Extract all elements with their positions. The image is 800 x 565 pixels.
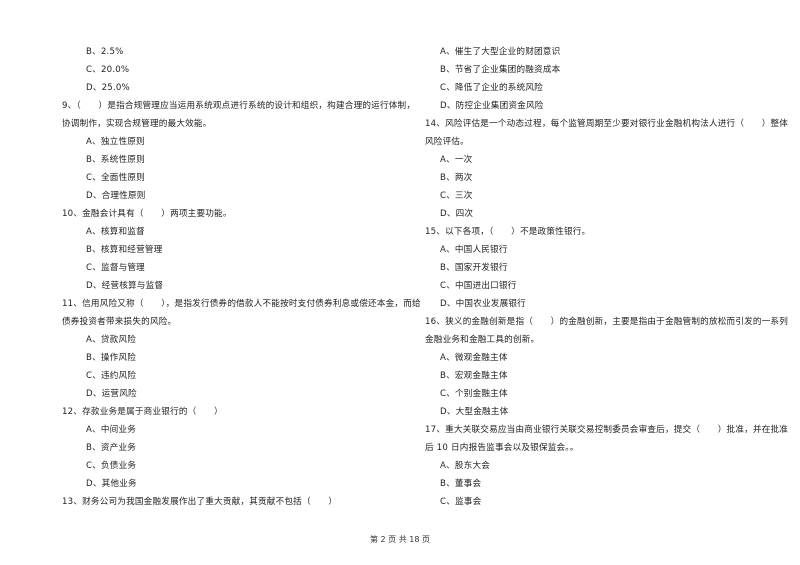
- answer-option: D、四次: [440, 209, 474, 219]
- answer-option: A、中国人民银行: [440, 245, 508, 255]
- question-text: 债券投资者带来损失的风险。: [62, 317, 177, 327]
- answer-option: B、资产业务: [86, 443, 137, 453]
- answer-option: C、个别金融主体: [440, 389, 508, 399]
- answer-option: A、贷款风险: [86, 335, 137, 345]
- answer-option: B、宏观金融主体: [440, 371, 508, 381]
- answer-option: D、防控企业集团资金风险: [440, 101, 544, 111]
- answer-option: B、核算和经营管理: [86, 245, 163, 255]
- answer-option: A、股东大会: [440, 461, 491, 471]
- answer-option: D、经营核算与监督: [86, 281, 164, 291]
- answer-option: C、监事会: [440, 497, 482, 507]
- right-column: A、催生了大型企业的财团意识 B、节省了企业集团的融资成本 C、降低了企业的系统风险…: [425, 43, 789, 511]
- answer-option: A、微观金融主体: [440, 353, 508, 363]
- answer-option: D、其他业务: [86, 479, 137, 489]
- answer-option: B、系统性原则: [86, 155, 145, 165]
- answer-option: C、全面性原则: [86, 173, 145, 183]
- answer-option: B、节省了企业集团的融资成本: [440, 65, 561, 75]
- answer-option: D、合理性原则: [86, 191, 146, 201]
- answer-option: A、一次: [440, 155, 473, 165]
- answer-option: D、大型金融主体: [440, 407, 509, 417]
- answer-option: A、独立性原则: [86, 137, 145, 147]
- question-text: 12、存款业务是属于商业银行的（ ）: [62, 407, 223, 417]
- answer-option: B、2.5%: [86, 47, 124, 57]
- answer-option: C、降低了企业的系统风险: [440, 83, 543, 93]
- answer-option: D、25.0%: [86, 83, 130, 93]
- answer-option: A、核算和监督: [86, 227, 145, 237]
- page-footer: 第 2 页 共 18 页: [370, 535, 430, 544]
- answer-option: B、董事会: [440, 479, 482, 489]
- question-text: 11、信用风险又称（ ），是指发行债券的借款人不能按时支付债券利息或偿还本金，而…: [62, 299, 421, 309]
- answer-option: C、监督与管理: [86, 263, 145, 273]
- answer-option: C、20.0%: [86, 65, 130, 75]
- question-text: 风险评估。: [425, 137, 469, 147]
- answer-option: C、中国进出口银行: [440, 281, 517, 291]
- question-text: 16、狭义的金融创新是指（ ）的金融创新，主要是指由于金融管制的放松而引发的一系…: [425, 317, 789, 327]
- question-text: 17、重大关联交易应当由商业银行关联交易控制委员会审查后，提交（ ）批准，并在批…: [425, 425, 789, 435]
- answer-option: C、负债业务: [86, 461, 137, 471]
- answer-option: B、两次: [440, 173, 473, 183]
- answer-option: D、运营风险: [86, 389, 137, 399]
- question-text: 15、以下各项，（ ）不是政策性银行。: [425, 227, 591, 237]
- answer-option: A、中间业务: [86, 425, 137, 435]
- question-text: 协调制作，实现合规管理的最大效能。: [62, 119, 212, 129]
- question-text: 9、（ ）是指合规管理应当运用系统观点进行系统的设计和组织，构建合理的运行体制，: [62, 101, 416, 111]
- question-text: 10、金融会计具有（ ）两项主要功能。: [62, 209, 232, 219]
- answer-option: A、催生了大型企业的财团意识: [440, 47, 561, 57]
- answer-option: B、国家开发银行: [440, 263, 508, 273]
- answer-option: D、中国农业发展银行: [440, 299, 526, 309]
- question-text: 13、财务公司为我国金融发展作出了重大贡献，其贡献不包括（ ）: [62, 497, 338, 507]
- answer-option: C、违约风险: [86, 371, 137, 381]
- answer-option: C、三次: [440, 191, 473, 201]
- question-text: 后 10 日内报告监事会以及银保监会。。: [425, 443, 579, 453]
- question-text: 14、风险评估是一个动态过程，每个监管周期至少要对银行业金融机构法人进行（ ）整…: [425, 119, 789, 129]
- answer-option: B、操作风险: [86, 353, 137, 363]
- left-column: B、2.5% C、20.0% D、25.0% 9、（ ）是指合规管理应当运用系统观点进…: [62, 43, 421, 511]
- question-text: 金融业务和金融工具的创新。: [425, 335, 540, 345]
